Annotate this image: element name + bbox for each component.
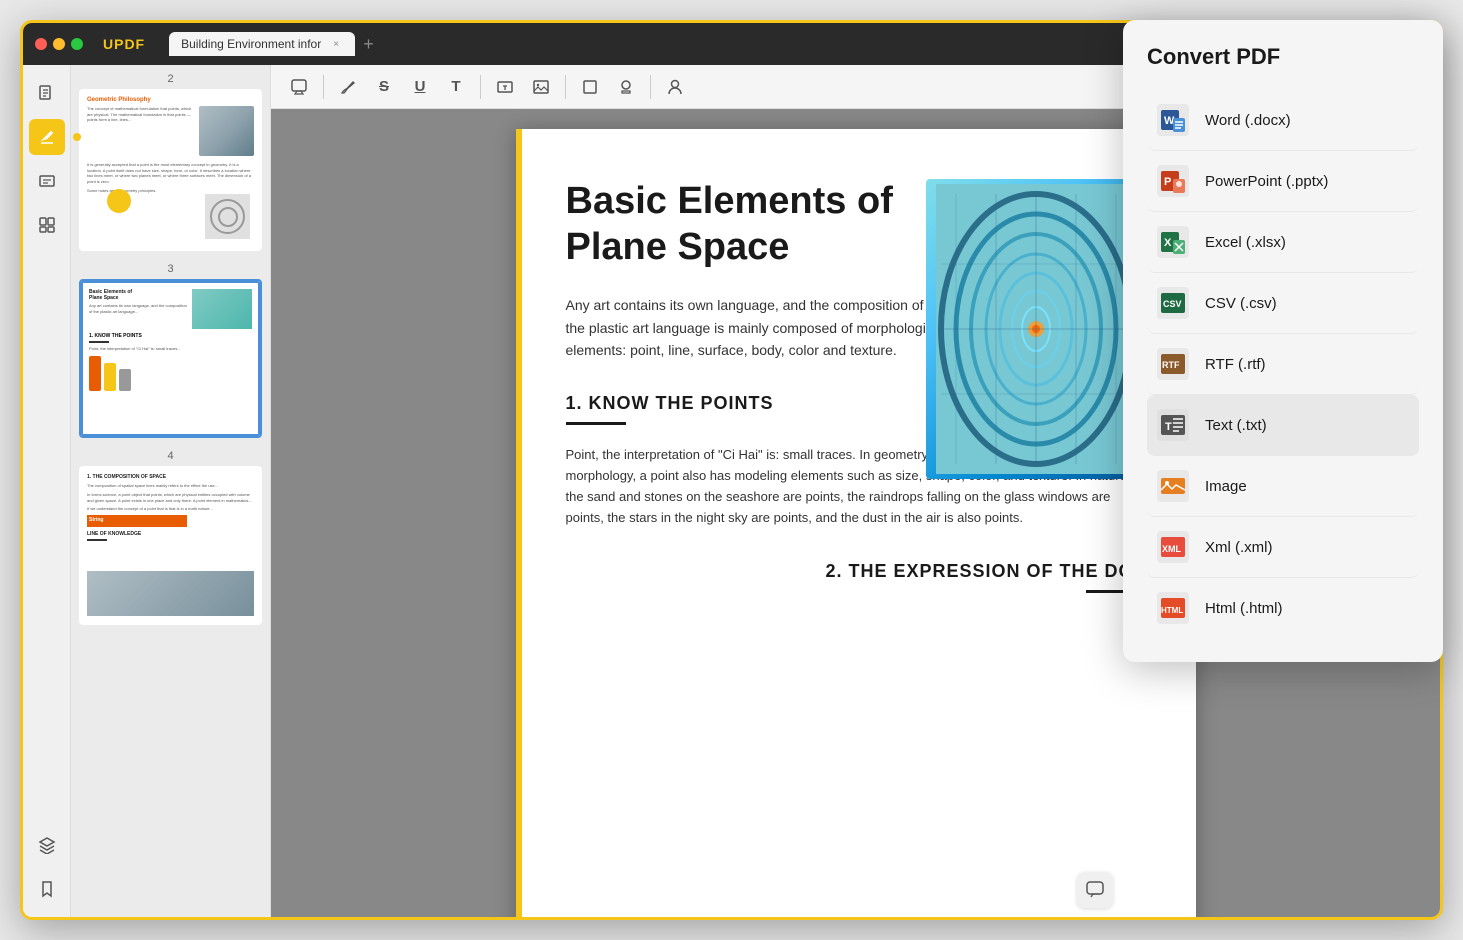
close-window-button[interactable] [35, 38, 47, 50]
pen-tool-button[interactable] [332, 71, 364, 103]
convert-panel-title: Convert PDF [1147, 44, 1419, 70]
thumbnail-page-4[interactable]: 4 1. THE COMPOSITION OF SPACE The compos… [79, 450, 262, 625]
maximize-window-button[interactable] [71, 38, 83, 50]
thumbnail-image-2: Geometric Philosophy The concept of math… [79, 89, 262, 251]
sidebar-icon-bookmark[interactable] [29, 871, 65, 907]
svg-text:T: T [1165, 421, 1172, 433]
convert-ppt-label: PowerPoint (.pptx) [1205, 173, 1328, 190]
svg-text:X: X [1164, 237, 1172, 249]
ppt-icon: P [1155, 163, 1191, 199]
tab-label: Building Environment infor [181, 37, 321, 51]
html-icon: HTML [1155, 590, 1191, 626]
pdf-intro-text: Any art contains its own language, and t… [566, 294, 946, 361]
page-number-4: 4 [79, 450, 262, 462]
convert-pdf-panel: Convert PDF W Word (.docx) P [1123, 20, 1443, 662]
toolbar-sep-1 [323, 75, 324, 99]
minimize-window-button[interactable] [53, 38, 65, 50]
convert-excel-label: Excel (.xlsx) [1205, 234, 1286, 251]
image-tool-button[interactable] [525, 71, 557, 103]
new-tab-button[interactable]: + [359, 34, 378, 55]
convert-xml-item[interactable]: XML Xml (.xml) [1147, 517, 1419, 578]
convert-text-item[interactable]: T Text (.txt) [1147, 395, 1419, 456]
toolbar-sep-2 [480, 75, 481, 99]
image-icon [1155, 468, 1191, 504]
svg-text:HTML: HTML [1161, 606, 1183, 615]
comment-tool-button[interactable] [283, 71, 315, 103]
stamp-tool-button[interactable] [610, 71, 642, 103]
tab-close-button[interactable]: × [329, 37, 343, 51]
convert-html-label: Html (.html) [1205, 600, 1283, 617]
convert-word-item[interactable]: W Word (.docx) [1147, 90, 1419, 151]
text-tool-button[interactable]: T [440, 71, 472, 103]
window-controls [35, 38, 83, 50]
thumbnail-image-3: Basic Elements ofPlane Space Any art con… [79, 279, 262, 438]
convert-rtf-label: RTF (.rtf) [1205, 356, 1266, 373]
user-tool-button[interactable] [659, 71, 691, 103]
convert-csv-item[interactable]: CSV CSV (.csv) [1147, 273, 1419, 334]
txt-icon: T [1155, 407, 1191, 443]
thumbnail-image-4: 1. THE COMPOSITION OF SPACE The composit… [79, 466, 262, 625]
excel-icon: X [1155, 224, 1191, 260]
sidebar-active-indicator [73, 133, 81, 141]
word-icon: W [1155, 102, 1191, 138]
convert-excel-item[interactable]: X Excel (.xlsx) [1147, 212, 1419, 273]
chat-button[interactable] [1077, 872, 1113, 908]
thumbnail-panel[interactable]: 2 Geometric Philosophy The concept of ma… [71, 65, 271, 917]
thumbnail-page-3[interactable]: 3 Basic Elements ofPlane Space Any art c… [79, 263, 262, 438]
strikethrough-button[interactable]: S [368, 71, 400, 103]
pdf-section2-title: 2. THE EXPRESSION OF THE DOT [566, 561, 1146, 582]
active-tab[interactable]: Building Environment infor × [169, 32, 355, 56]
pdf-page: Basic Elements of Plane Space Any art co… [516, 129, 1196, 917]
convert-csv-label: CSV (.csv) [1205, 295, 1277, 312]
page-image [926, 179, 1146, 479]
convert-html-item[interactable]: HTML Html (.html) [1147, 578, 1419, 638]
text-box-button[interactable] [489, 71, 521, 103]
rtf-icon: RTF [1155, 346, 1191, 382]
app-logo: UPDF [103, 36, 145, 52]
toolbar-sep-4 [650, 75, 651, 99]
convert-ppt-item[interactable]: P PowerPoint (.pptx) [1147, 151, 1419, 212]
svg-text:P: P [1164, 176, 1171, 188]
underline-button[interactable]: U [404, 71, 436, 103]
csv-icon: CSV [1155, 285, 1191, 321]
convert-rtf-item[interactable]: RTF RTF (.rtf) [1147, 334, 1419, 395]
page-number-2: 2 [79, 73, 262, 85]
toolbar-sep-3 [565, 75, 566, 99]
sidebar-icon-pages[interactable] [29, 75, 65, 111]
svg-text:XML: XML [1162, 544, 1182, 554]
pdf-section1-underline [566, 422, 626, 425]
xml-icon: XML [1155, 529, 1191, 565]
page-number-3: 3 [79, 263, 262, 275]
sidebar [23, 65, 71, 917]
shape-tool-button[interactable] [574, 71, 606, 103]
convert-word-label: Word (.docx) [1205, 112, 1291, 129]
sidebar-icon-layers[interactable] [29, 827, 65, 863]
svg-text:CSV: CSV [1163, 299, 1182, 309]
convert-image-label: Image [1205, 478, 1247, 495]
sidebar-icon-highlight[interactable] [29, 119, 65, 155]
convert-txt-label: Text (.txt) [1205, 417, 1267, 434]
svg-text:RTF: RTF [1162, 360, 1180, 370]
convert-xml-label: Xml (.xml) [1205, 539, 1273, 556]
convert-image-item[interactable]: Image [1147, 456, 1419, 517]
page-accent-bar [516, 129, 522, 917]
pdf-main-title: Basic Elements of Plane Space [566, 179, 946, 270]
thumbnail-page-2[interactable]: 2 Geometric Philosophy The concept of ma… [79, 73, 262, 251]
sidebar-icon-organize[interactable] [29, 207, 65, 243]
sidebar-icon-edit[interactable] [29, 163, 65, 199]
